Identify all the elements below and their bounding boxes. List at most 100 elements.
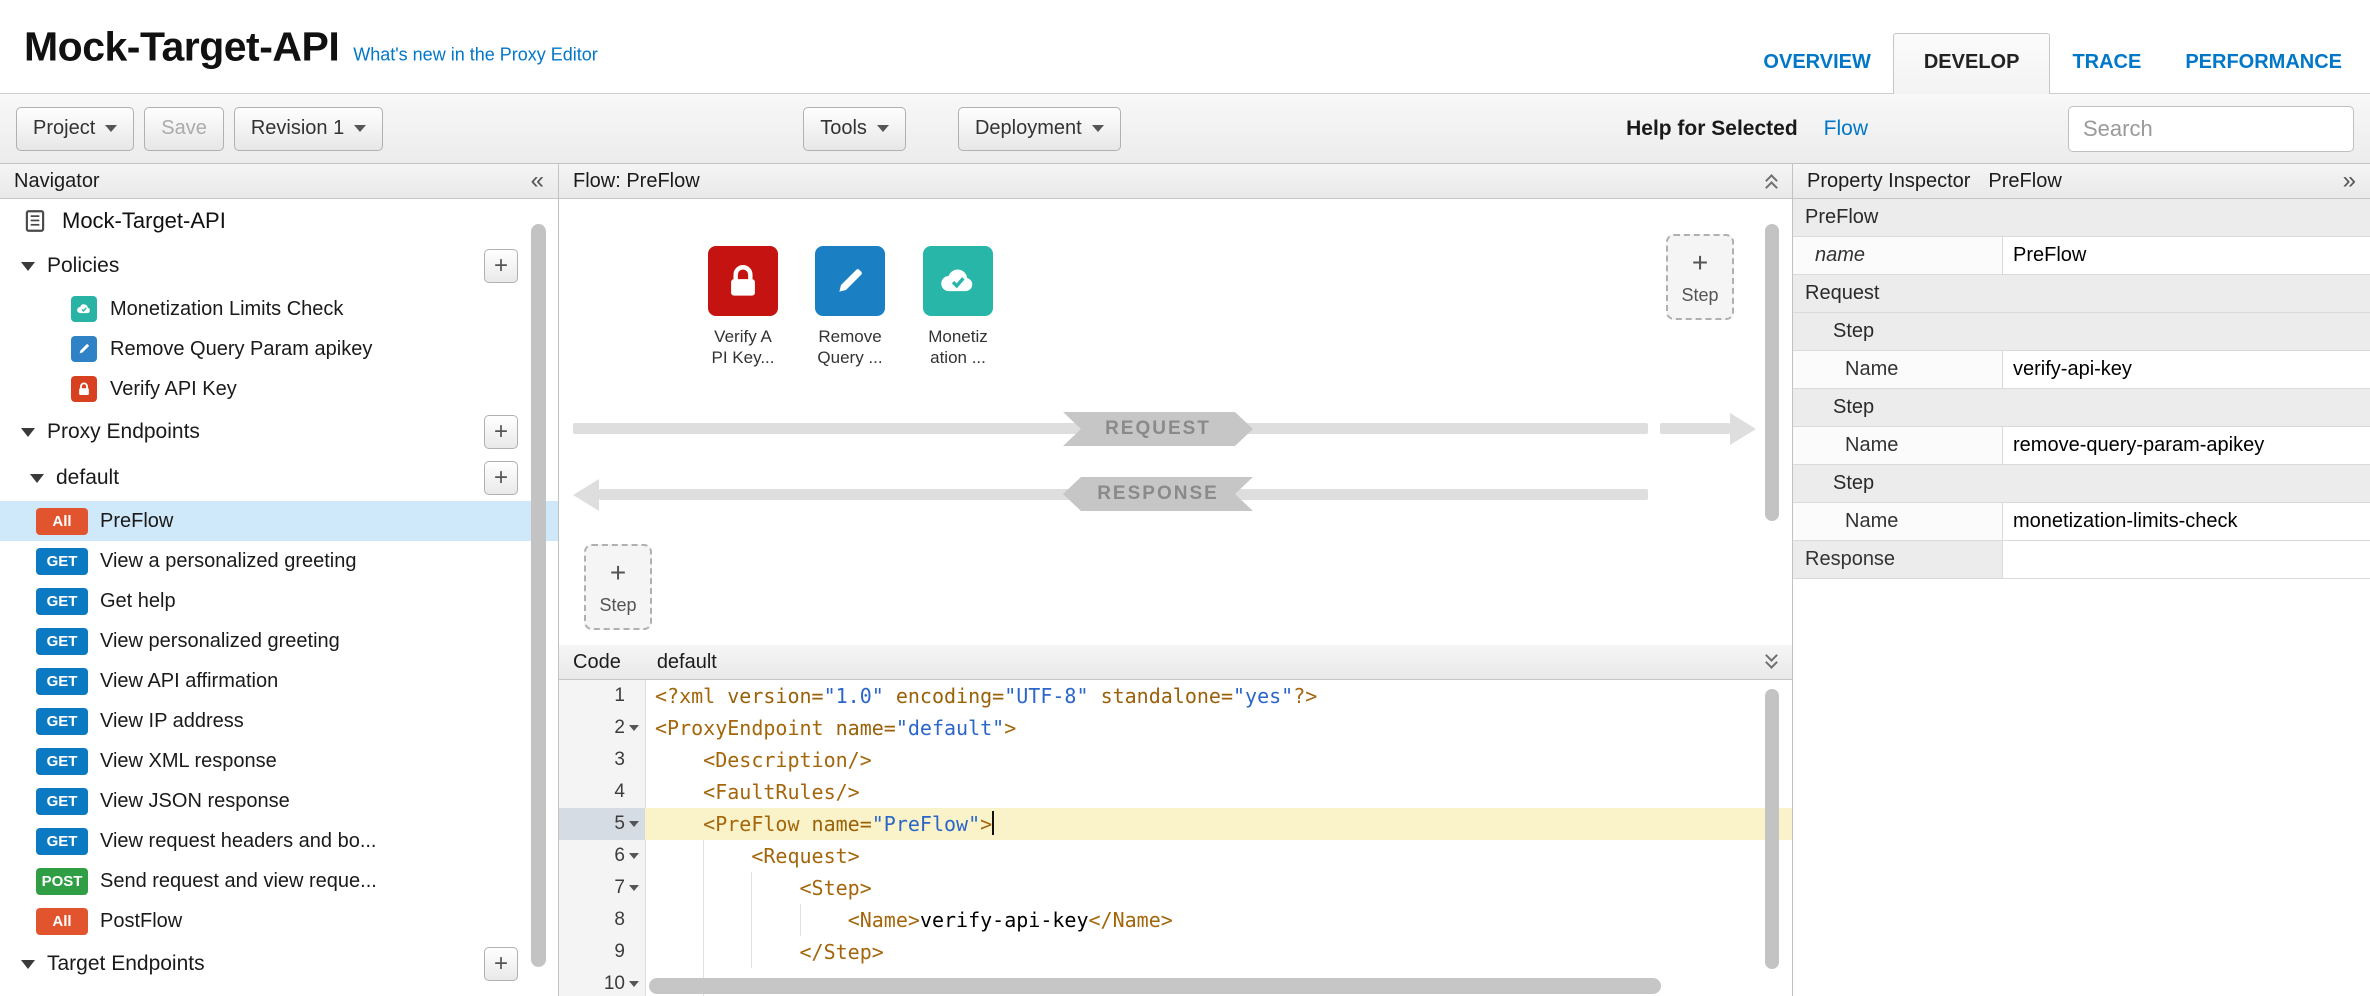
whats-new-link[interactable]: What's new in the Proxy Editor — [353, 44, 598, 65]
nav-policy-label: Monetization Limits Check — [110, 298, 343, 321]
tab-trace[interactable]: TRACE — [2050, 31, 2163, 94]
fold-icon[interactable] — [625, 725, 643, 731]
collapse-navigator-icon[interactable]: « — [531, 169, 544, 193]
top-tabs: OVERVIEWDEVELOPTRACEPERFORMANCE — [1741, 31, 2364, 94]
response-ribbon: RESPONSE — [1063, 477, 1253, 511]
nav-flow-postflow[interactable]: AllPostFlow — [0, 901, 558, 941]
flow-policy-lock-icon[interactable] — [708, 246, 778, 316]
inspector-value[interactable]: monetization-limits-check — [2003, 503, 2370, 540]
project-button[interactable]: Project — [16, 107, 134, 151]
add-step-button-request[interactable]: + Step — [1666, 234, 1734, 320]
nav-flow-get-help[interactable]: GETGet help — [0, 581, 558, 621]
save-button[interactable]: Save — [144, 107, 224, 151]
inspector-row: Request — [1793, 275, 2370, 313]
code-line-3[interactable]: 3 <Description/> — [559, 744, 1792, 776]
lock-icon — [721, 259, 765, 303]
add-step-button-response[interactable]: + Step — [584, 544, 652, 630]
title-wrap: Mock-Target-API What's new in the Proxy … — [24, 23, 598, 70]
tab-performance[interactable]: PERFORMANCE — [2163, 31, 2364, 94]
flow-policy-monetization-icon[interactable] — [923, 246, 993, 316]
nav-flow-label: View IP address — [100, 710, 244, 733]
add-policies-section-button[interactable]: + — [484, 249, 518, 283]
code-line-7[interactable]: 7 <Step> — [559, 872, 1792, 904]
nav-policy-verify-api-key[interactable]: Verify API Key — [0, 369, 558, 409]
code-line-8[interactable]: 8 <Name>verify-api-key</Name> — [559, 904, 1792, 936]
inspector-value[interactable]: PreFlow — [2003, 237, 2370, 274]
code-editor[interactable]: 1<?xml version="1.0" encoding="UTF-8" st… — [559, 680, 1792, 996]
inspector-section-preflow: PreFlow — [1793, 199, 2370, 236]
nav-flow-label: View JSON response — [100, 790, 290, 813]
expand-inspector-icon[interactable]: » — [2343, 169, 2356, 193]
default-endpoint[interactable]: default+ — [0, 455, 558, 501]
inspector-row: Namemonetization-limits-check — [1793, 503, 2370, 541]
navigator-scrollbar[interactable] — [531, 224, 546, 967]
method-badge: GET — [36, 748, 88, 775]
page-title: Mock-Target-API — [24, 23, 339, 70]
tab-develop[interactable]: DEVELOP — [1893, 33, 2051, 94]
search-input[interactable] — [2068, 106, 2354, 152]
edit-icon — [71, 336, 97, 362]
inspector-value[interactable]: remove-query-param-apikey — [2003, 427, 2370, 464]
code-horizontal-scrollbar[interactable] — [649, 978, 1759, 994]
add-target-endpoints-section-button[interactable]: + — [484, 947, 518, 981]
scrollbar-thumb[interactable] — [649, 978, 1661, 994]
fold-icon[interactable] — [625, 821, 643, 827]
code-line-5[interactable]: 5 <PreFlow name="PreFlow"> — [559, 808, 1792, 840]
nav-flow-view-request-headers-and-bo[interactable]: GETView request headers and bo... — [0, 821, 558, 861]
add-proxy-endpoints-section-button[interactable]: + — [484, 415, 518, 449]
flow-panel-title: Flow: PreFlow — [573, 170, 700, 193]
flow-canvas: + Step REQUEST RESPONSE + Step Verify AP… — [559, 199, 1792, 645]
nav-flow-preflow[interactable]: AllPreFlow — [0, 501, 558, 541]
lock-icon — [71, 376, 97, 402]
fold-icon[interactable] — [625, 885, 643, 891]
edit-icon — [75, 340, 93, 358]
collapse-flow-icon[interactable] — [1767, 174, 1778, 188]
tools-button[interactable]: Tools — [803, 107, 906, 151]
nav-policy-remove-query-param-apikey[interactable]: Remove Query Param apikey — [0, 329, 558, 369]
method-badge: GET — [36, 548, 88, 575]
revision-button[interactable]: Revision 1 — [234, 107, 383, 151]
flow-scrollbar[interactable] — [1765, 224, 1779, 521]
nav-flow-view-xml-response[interactable]: GETView XML response — [0, 741, 558, 781]
flow-policy-edit-icon[interactable] — [815, 246, 885, 316]
target-endpoints-section[interactable]: Target Endpoints+ — [0, 941, 558, 987]
code-line-6[interactable]: 6 <Request> — [559, 840, 1792, 872]
nav-flow-view-json-response[interactable]: GET View JSON response — [0, 781, 558, 821]
plus-icon: + — [610, 559, 626, 587]
nav-flow-view-api-affirmation[interactable]: GETView API affirmation — [0, 661, 558, 701]
inspector-value[interactable]: verify-api-key — [2003, 351, 2370, 388]
tab-overview[interactable]: OVERVIEW — [1741, 31, 1892, 94]
nav-flow-view-personalized-greeting[interactable]: GETView personalized greeting — [0, 621, 558, 661]
nav-flow-send-request-and-view-reque[interactable]: POSTSend request and view reque... — [0, 861, 558, 901]
nav-root-item[interactable]: Mock-Target-API — [0, 199, 558, 243]
triangle-down-icon — [21, 428, 35, 437]
deployment-button[interactable]: Deployment — [958, 107, 1121, 151]
policies-section[interactable]: Policies+ — [0, 243, 558, 289]
inspector-value-empty — [2003, 541, 2370, 578]
code-line-4[interactable]: 4 <FaultRules/> — [559, 776, 1792, 808]
property-inspector-panel: Property Inspector PreFlow » PreFlowname… — [1792, 164, 2370, 996]
inspector-title: Property Inspector — [1807, 170, 1970, 193]
method-badge: GET — [36, 788, 88, 815]
nav-flow-view-ip-address[interactable]: GETView IP address — [0, 701, 558, 741]
nav-policy-monetization-limits-check[interactable]: Monetization Limits Check — [0, 289, 558, 329]
method-badge: GET — [36, 828, 88, 855]
method-badge: GET — [36, 628, 88, 655]
inspector-section-request: Request — [1793, 275, 2370, 312]
nav-flow-label: PreFlow — [100, 510, 173, 533]
fold-icon[interactable] — [625, 981, 643, 987]
fold-icon[interactable] — [625, 853, 643, 859]
proxy-endpoints-section[interactable]: Proxy Endpoints+ — [0, 409, 558, 455]
code-line-2[interactable]: 2<ProxyEndpoint name="default"> — [559, 712, 1792, 744]
code-vertical-scrollbar[interactable] — [1765, 689, 1779, 969]
add-default-endpoint-button[interactable]: + — [484, 461, 518, 495]
inspector-row: PreFlow — [1793, 199, 2370, 237]
nav-flow-view-a-personalized-greeting[interactable]: GETView a personalized greeting — [0, 541, 558, 581]
nav-flow-label: Get help — [100, 590, 176, 613]
code-line-9[interactable]: 9 </Step> — [559, 936, 1792, 968]
flow-policy-label: Monetization ... — [903, 326, 1013, 368]
flow-policy-label: RemoveQuery ... — [795, 326, 905, 368]
code-line-1[interactable]: 1<?xml version="1.0" encoding="UTF-8" st… — [559, 680, 1792, 712]
collapse-code-icon[interactable] — [1767, 655, 1778, 669]
help-flow-link[interactable]: Flow — [1824, 117, 1868, 141]
